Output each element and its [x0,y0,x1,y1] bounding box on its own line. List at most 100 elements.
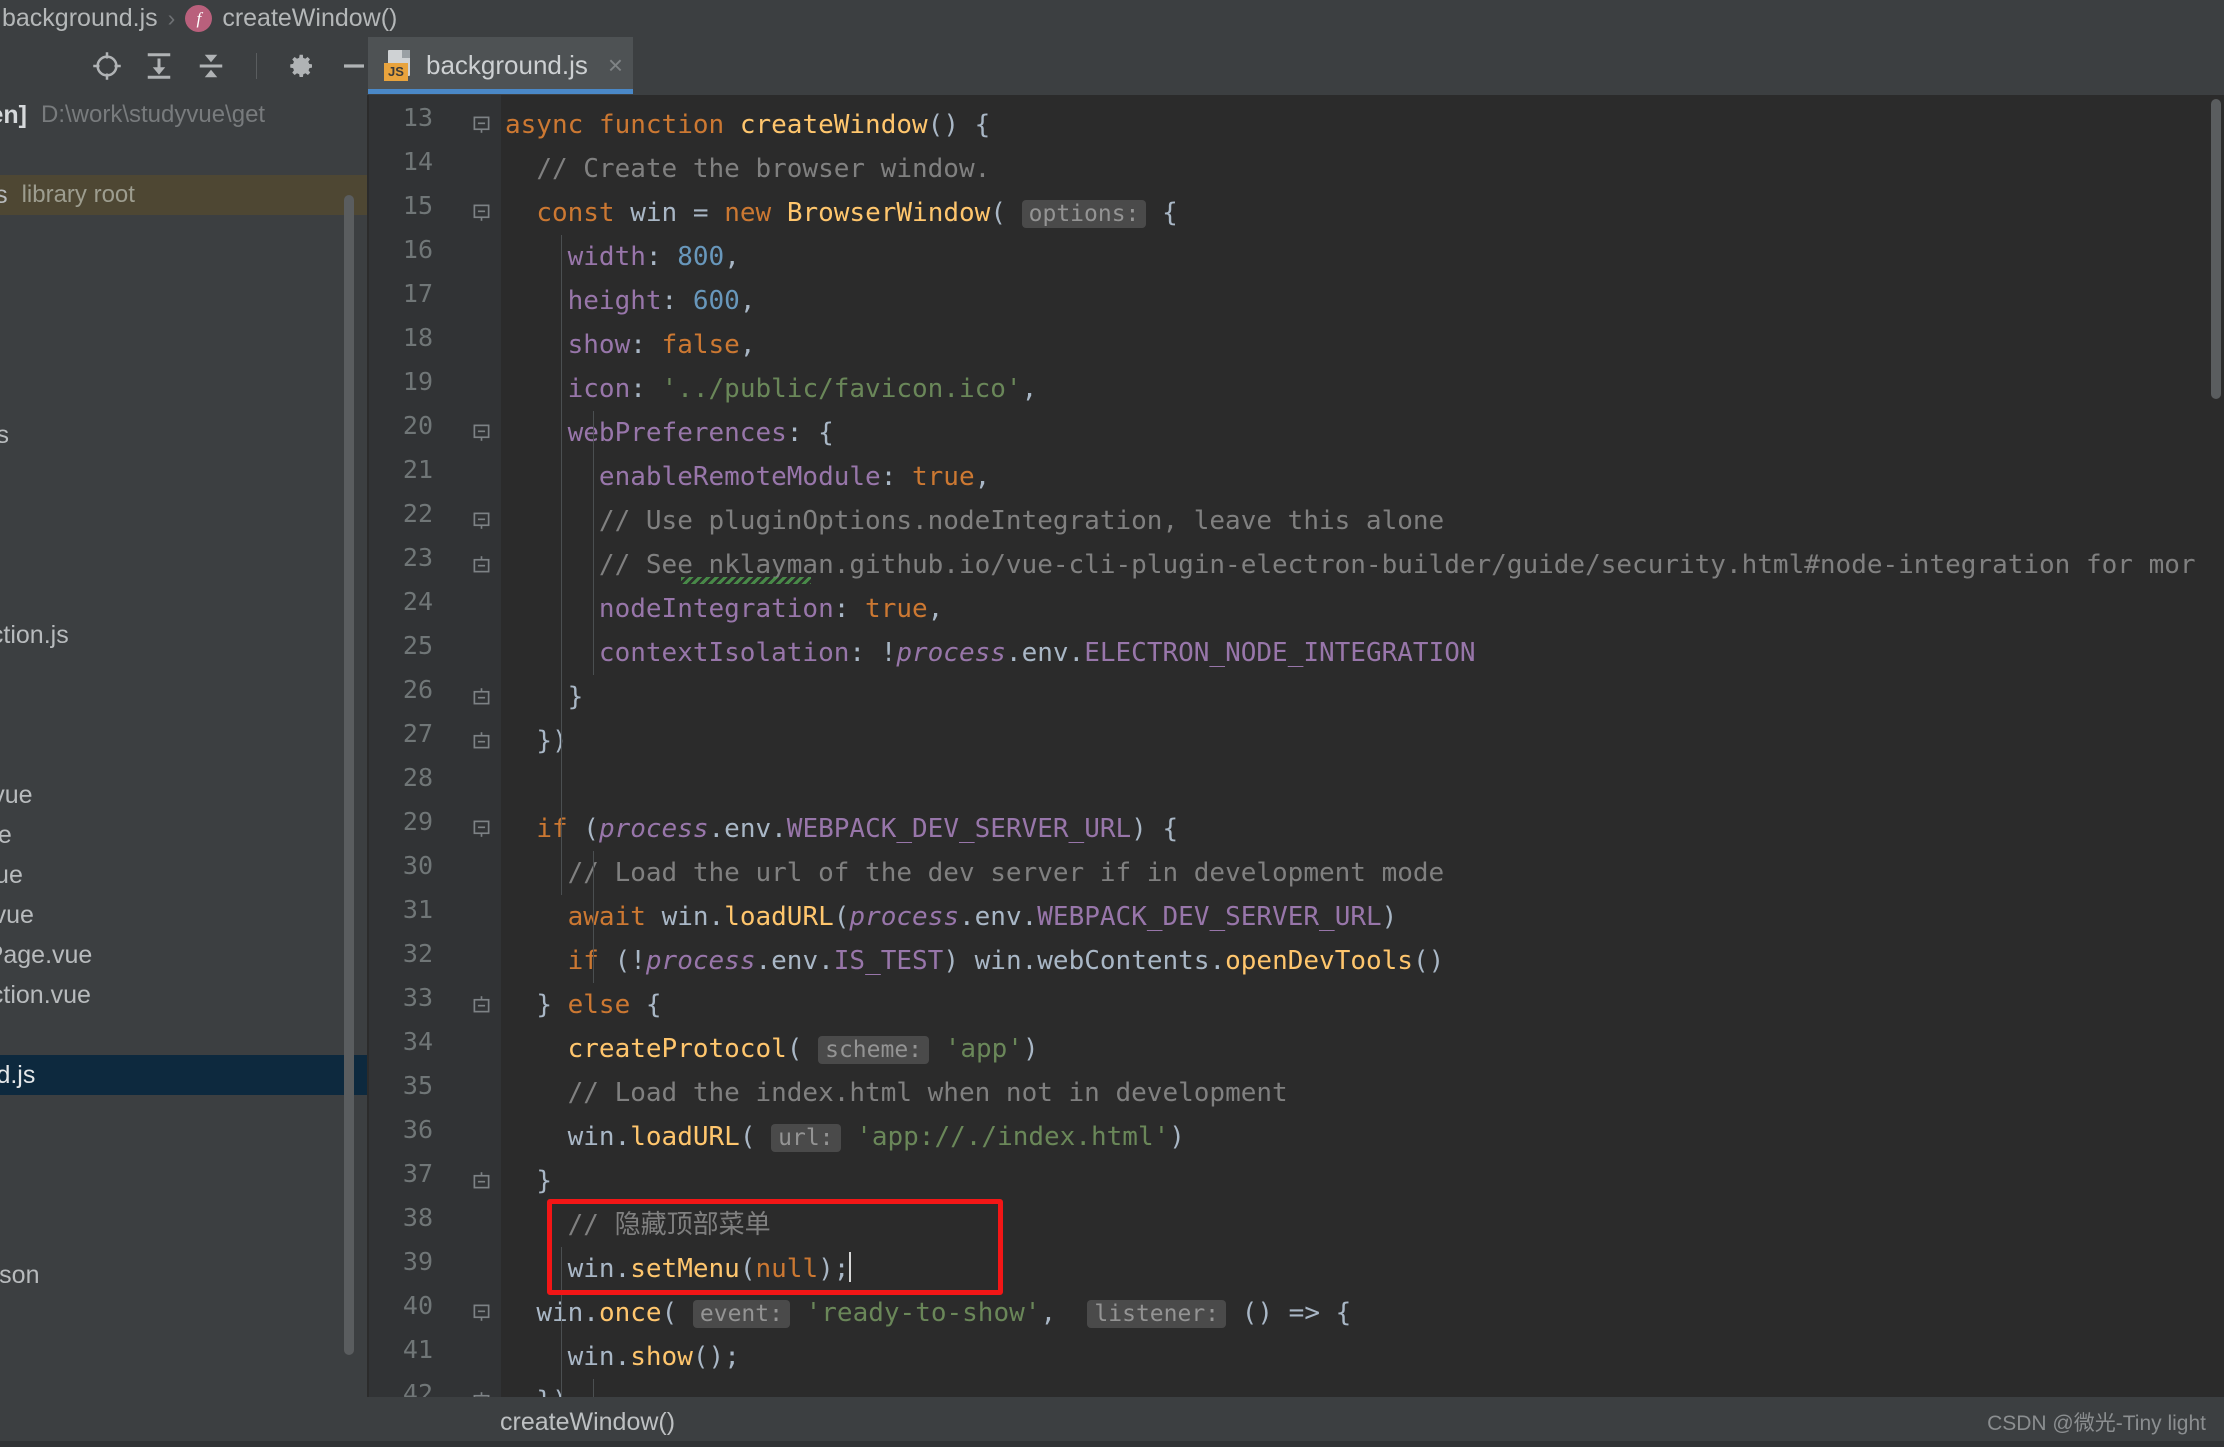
indent-guide [561,807,562,895]
tree-item[interactable]: onfig.js [0,1175,368,1215]
spellcheck-squiggle [681,577,811,584]
code-fold-icon[interactable] [472,687,491,706]
expand-all-icon[interactable] [144,51,174,81]
breadcrumb-file[interactable]: background.js [2,4,158,33]
tree-item[interactable]: ts [0,375,368,415]
collapse-all-icon[interactable] [196,51,226,81]
project-tree-panel[interactable]: wellsten]D:\work\studyvue\getctronnodule… [0,95,368,1447]
code-line[interactable]: enableRemoteModule: true, [505,455,990,499]
code-fold-icon[interactable] [472,511,491,530]
tree-item[interactable]: Home.vue [0,895,368,935]
code-line[interactable]: } [505,675,584,719]
code-line[interactable]: show: false, [505,323,756,367]
tree-item-label: Home.vue [0,900,34,929]
code-line[interactable]: win.loadURL( url: 'app://./index.html') [505,1115,1185,1159]
tree-item[interactable]: ible.js [0,535,368,575]
code-line[interactable]: webPreferences: { [505,411,834,455]
tree-item[interactable]: e [0,655,368,695]
minimize-icon[interactable] [339,51,369,81]
tree-item[interactable]: ndex.js [0,695,368,735]
code-fold-icon[interactable] [472,995,491,1014]
tree-item[interactable]: About.vue [0,775,368,815]
sidebar-vertical-scrollbar[interactable] [344,195,354,1355]
tree-item[interactable]: .vue [0,1015,368,1055]
gear-icon[interactable] [287,51,317,81]
tree-item[interactable]: ore [0,1135,368,1175]
tree-item-hint: library root [21,181,135,208]
code-line[interactable]: async function createWindow() { [505,103,990,147]
code-fold-icon[interactable] [472,1303,491,1322]
tree-item[interactable]: wellsten] D:\work\studyvue\get [0,95,368,135]
tree-item[interactable]: Bible.vue [0,855,368,895]
tree-item[interactable]: pp.js [0,495,368,535]
indent-guide [593,1379,594,1397]
tree-item[interactable]: kground.js [0,1055,368,1095]
code-fold-icon[interactable] [472,1171,491,1190]
code-fold-icon[interactable] [472,115,491,134]
code-line[interactable]: createProtocol( scheme: 'app') [505,1027,1039,1071]
tree-item[interactable]: ctron [0,135,368,175]
code-line[interactable]: win.setMenu(null); [505,1247,852,1291]
code-line[interactable]: }) [505,1379,567,1397]
tree-item[interactable]: er [0,455,368,495]
indent-guide [561,235,562,807]
tree-item[interactable]: ponents [0,415,368,455]
code-line[interactable]: } [505,1159,552,1203]
window-bottom-edge [0,1441,2224,1447]
code-fold-icon[interactable] [472,731,491,750]
tree-item[interactable]: IE.md [0,1295,368,1335]
code-line[interactable]: win.once( event: 'ready-to-show', listen… [505,1291,1351,1335]
code-line[interactable]: icon: '../public/favicon.ico', [505,367,1038,411]
code-line[interactable]: nodeIntegration: true, [505,587,943,631]
close-icon[interactable]: × [608,50,623,81]
code-editor[interactable]: 13 14 15 16 17 18 19 20 21 22 23 24 25 26 27 28 29 30 31 32… [369,95,2224,1397]
tree-item[interactable]: ntroduction.js [0,615,368,655]
code-line[interactable]: await win.loadURL(process.env.WEBPACK_DE… [505,895,1398,939]
code-line[interactable]: // 隐藏顶部菜单 [505,1203,771,1247]
tree-item[interactable]: ntroduction.vue [0,975,368,1015]
watermark-label: CSDN @微光-Tiny light [1987,1412,2206,1435]
code-fold-icon[interactable] [472,203,491,222]
code-line[interactable]: if (!process.env.IS_TEST) win.webContent… [505,939,1445,983]
tree-item[interactable]: vs [0,735,368,775]
code-line[interactable]: height: 600, [505,279,756,323]
code-line[interactable]: } else { [505,983,661,1027]
editor-gutter[interactable]: 13 14 15 16 17 18 19 20 21 22 23 24 25 26 27 28 29 30 31 32… [369,95,501,1397]
code-line[interactable]: // Create the browser window. [505,147,990,191]
function-symbol-icon: f [185,5,213,32]
line-number: 19 [402,367,433,396]
tree-item[interactable]: e-lock.json [0,1255,368,1295]
code-line[interactable]: win.show(); [505,1335,740,1379]
line-number: 35 [402,1071,433,1100]
code-line[interactable]: contextIsolation: !process.env.ELECTRON_… [505,631,1476,675]
tree-item[interactable]: HomePage.vue [0,935,368,975]
code-line[interactable]: // Load the index.html when not in devel… [505,1071,1288,1115]
status-bar: createWindow() CSDN @微光-Tiny light [0,1397,2224,1447]
code-line[interactable]: // Use pluginOptions.nodeIntegration, le… [505,499,1444,543]
tree-item[interactable]: App.vue [0,815,368,855]
code-fold-icon[interactable] [472,819,491,838]
editor-tab-background-js[interactable]: JS background.js × [368,37,633,94]
tree-item[interactable] [0,335,368,375]
breadcrumb-function[interactable]: createWindow() [222,4,397,33]
editor-vertical-scrollbar[interactable] [2211,99,2221,399]
breadcrumb-separator-icon: › [167,5,176,31]
tree-item[interactable]: con.ico [0,255,368,295]
code-line[interactable]: }) [505,719,567,763]
project-tree: wellsten]D:\work\studyvue\getctronnodule… [0,95,368,1447]
code-lines[interactable]: async function createWindow() { // Creat… [501,95,2224,1397]
tree-item[interactable]: nfig.js [0,1335,368,1375]
code-fold-icon[interactable] [472,555,491,574]
tree-item[interactable]: n.js [0,1095,368,1135]
tree-item[interactable]: x.html [0,295,368,335]
tree-item[interactable]: ndex.js [0,575,368,615]
code-line[interactable]: width: 800, [505,235,740,279]
tree-item[interactable]: nodules library root [0,175,368,215]
tree-item[interactable]: e.json [0,1215,368,1255]
code-fold-icon[interactable] [472,423,491,442]
code-line[interactable]: const win = new BrowserWindow( options: … [505,191,1178,235]
code-line[interactable]: if (process.env.WEBPACK_DEV_SERVER_URL) … [505,807,1178,851]
locate-target-icon[interactable] [92,51,122,81]
tree-item[interactable] [0,215,368,255]
code-line[interactable]: // Load the url of the dev server if in … [505,851,1445,895]
